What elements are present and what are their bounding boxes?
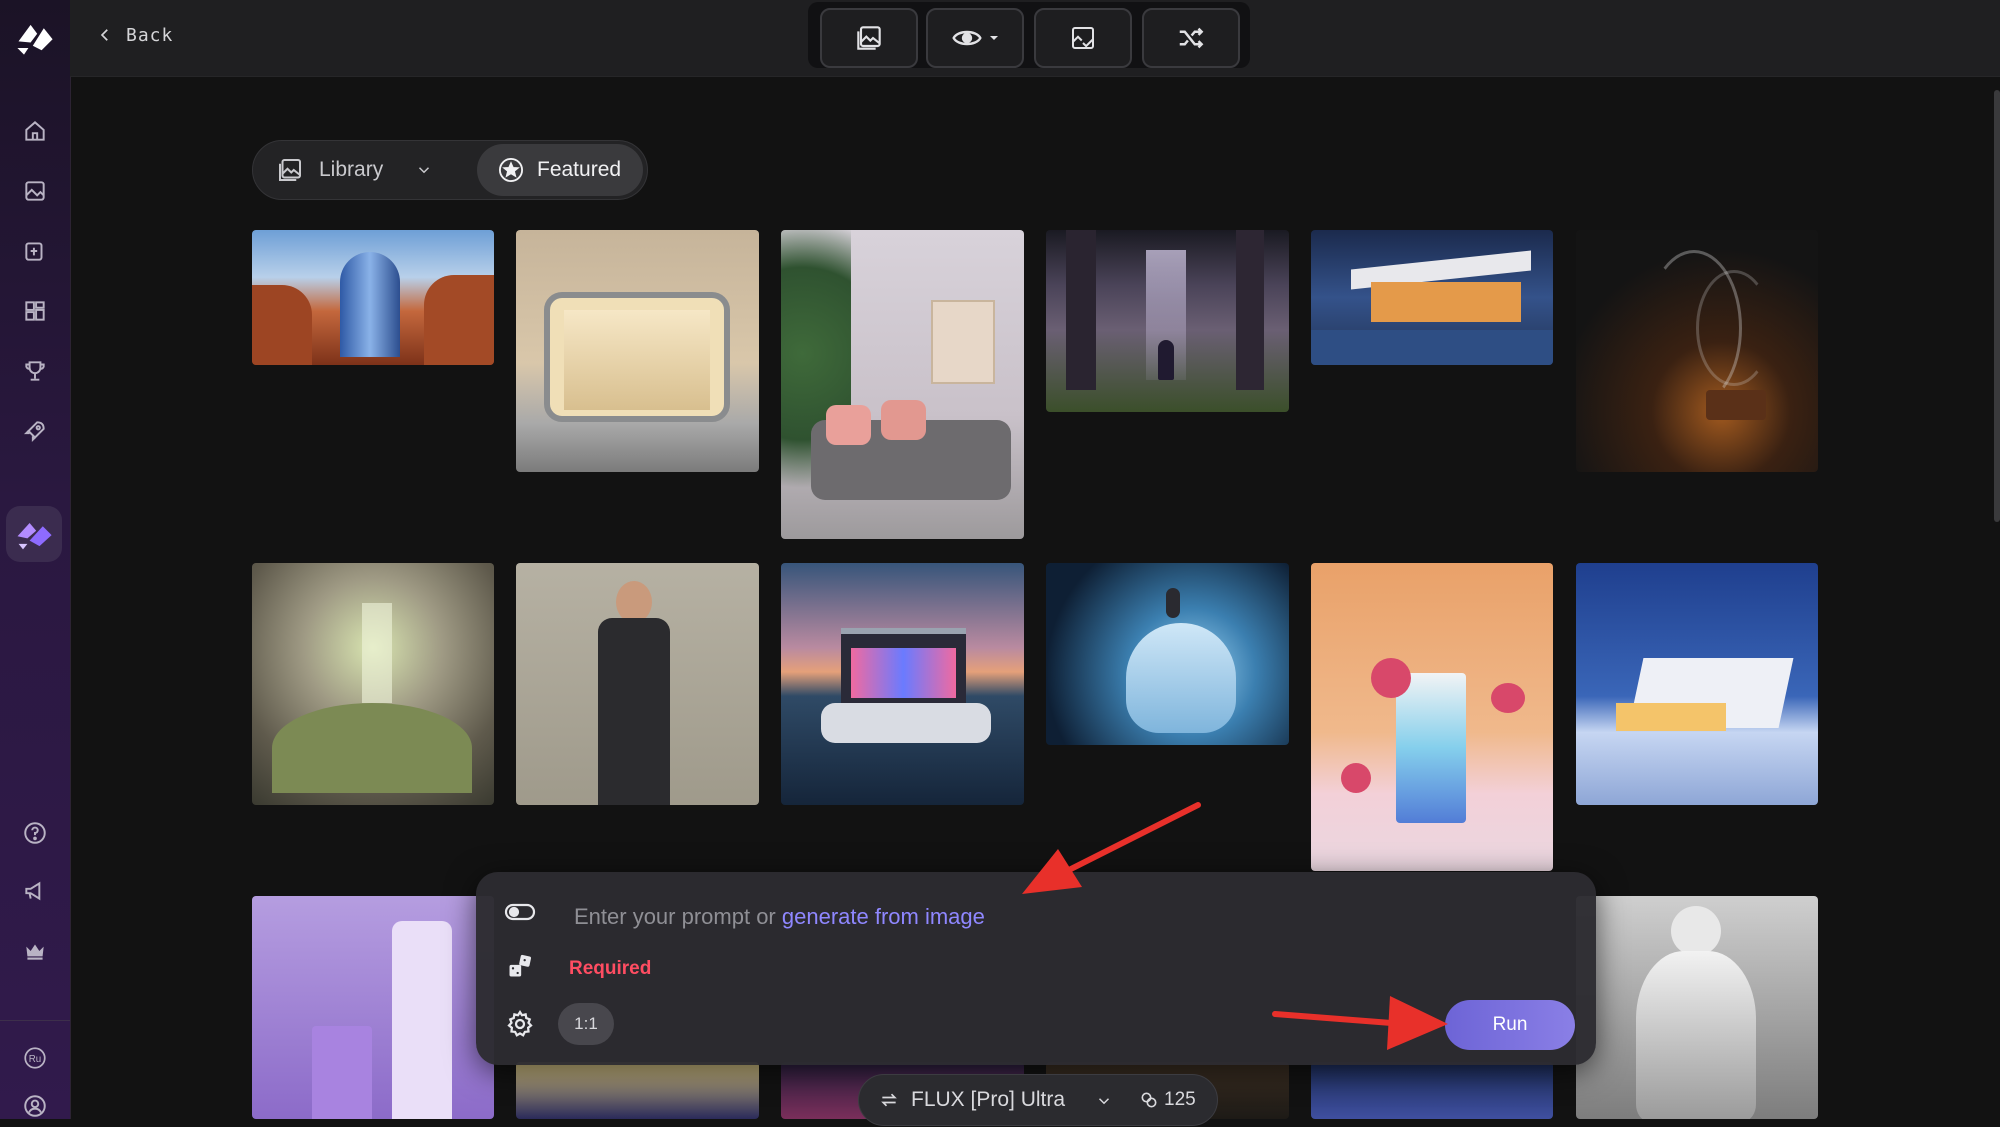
gallery-image[interactable] xyxy=(781,230,1024,539)
gallery-icon xyxy=(279,159,301,181)
settings-gear-icon[interactable] xyxy=(502,1006,538,1042)
chevron-down-icon[interactable] xyxy=(415,161,433,179)
gallery-image[interactable] xyxy=(516,1062,759,1119)
left-sidebar: Ru xyxy=(0,0,71,1119)
gallery-image[interactable] xyxy=(252,563,494,805)
model-name: FLUX [Pro] Ultra xyxy=(911,1088,1066,1111)
crown-icon[interactable] xyxy=(14,930,56,972)
image-check-icon xyxy=(1072,27,1094,49)
main-scrollbar[interactable] xyxy=(1994,90,2000,522)
image-icon[interactable] xyxy=(14,170,56,212)
rocket-icon[interactable] xyxy=(14,410,56,452)
gallery-image[interactable] xyxy=(1576,563,1818,805)
trophy-icon[interactable] xyxy=(14,350,56,392)
eye-icon xyxy=(952,30,982,46)
star-badge-icon xyxy=(498,157,524,183)
gallery-image[interactable] xyxy=(252,896,494,1119)
tab-featured[interactable]: Featured xyxy=(477,144,643,196)
gallery-image[interactable] xyxy=(516,563,759,805)
required-label: Required xyxy=(569,958,652,979)
avatar-icon[interactable]: Ru xyxy=(14,1037,56,1079)
help-icon[interactable] xyxy=(14,812,56,854)
visibility-dropdown[interactable] xyxy=(926,8,1024,68)
gallery-image[interactable] xyxy=(1311,563,1553,871)
run-button[interactable]: Run xyxy=(1445,1000,1575,1050)
gallery-image[interactable] xyxy=(252,230,494,365)
user-icon[interactable] xyxy=(14,1085,56,1127)
gallery-image[interactable] xyxy=(1311,1062,1553,1119)
aspect-ratio-button[interactable]: 1:1 xyxy=(558,1003,614,1045)
megaphone-icon[interactable] xyxy=(14,870,56,912)
dice-icon[interactable] xyxy=(502,948,538,984)
app-switch-icon[interactable] xyxy=(6,506,62,562)
swap-icon xyxy=(881,1093,897,1107)
credits-count: 125 xyxy=(1164,1089,1196,1110)
chevron-left-icon xyxy=(100,29,108,41)
image-check-button[interactable] xyxy=(1034,8,1132,68)
shuffle-button[interactable] xyxy=(1142,8,1240,68)
shuffle-icon xyxy=(1179,27,1204,49)
prompt-panel: Enter your prompt or generate from image… xyxy=(476,872,1596,1065)
gallery-image[interactable] xyxy=(1046,230,1289,412)
tab-library[interactable]: Library xyxy=(275,149,433,191)
back-button[interactable]: Back xyxy=(96,20,173,50)
prompt-placeholder: Enter your prompt or xyxy=(574,904,782,929)
gallery-image[interactable] xyxy=(1046,563,1289,745)
gallery-icon xyxy=(857,26,881,50)
source-tabs: Library Featured xyxy=(252,140,648,200)
tab-featured-label: Featured xyxy=(537,158,622,181)
home-icon[interactable] xyxy=(14,110,56,152)
svg-text:Ru: Ru xyxy=(29,1054,41,1065)
gallery-button[interactable] xyxy=(820,8,918,68)
tab-library-label: Library xyxy=(319,158,384,181)
gallery-image[interactable] xyxy=(1576,896,1818,1119)
prompt-input[interactable]: Enter your prompt or generate from image xyxy=(574,904,985,930)
back-label: Back xyxy=(126,24,174,46)
gallery-image[interactable] xyxy=(516,230,759,472)
gallery-image[interactable] xyxy=(781,563,1024,805)
credits-icon xyxy=(1141,1092,1157,1108)
app-logo-icon[interactable] xyxy=(8,10,62,64)
toolbar-group xyxy=(808,2,1250,68)
upload-icon[interactable] xyxy=(14,230,56,272)
gallery-image[interactable] xyxy=(1311,230,1553,365)
model-selector[interactable]: FLUX [Pro] Ultra 125 xyxy=(858,1074,1218,1126)
generate-from-image-link[interactable]: generate from image xyxy=(782,904,985,929)
grid-icon[interactable] xyxy=(14,290,56,332)
chevron-down-icon xyxy=(1098,1098,1110,1105)
toggle-icon[interactable] xyxy=(502,894,538,930)
caret-down-icon xyxy=(990,36,998,40)
gallery-image[interactable] xyxy=(1576,230,1818,472)
